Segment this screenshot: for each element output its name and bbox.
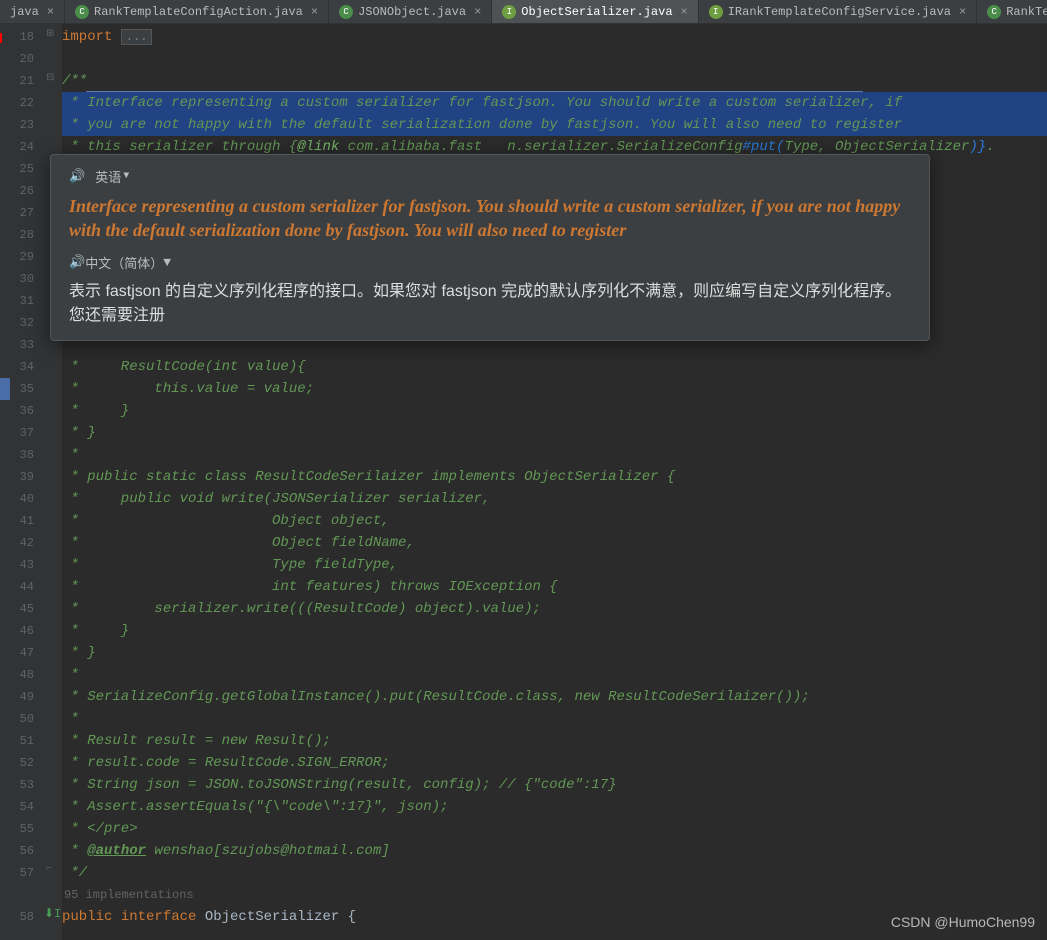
tab-java[interactable]: java×: [0, 0, 65, 23]
line-number[interactable]: 56: [10, 840, 34, 862]
tab-json-object[interactable]: CJSONObject.java×: [329, 0, 492, 23]
line-number[interactable]: 20: [10, 48, 34, 70]
line-number[interactable]: 31: [10, 290, 34, 312]
line-number[interactable]: 22: [10, 92, 34, 114]
line-number[interactable]: 58: [10, 906, 34, 928]
watermark: CSDN @HumoChen99: [891, 914, 1035, 930]
editor-tabs: java× CRankTemplateConfigAction.java× CJ…: [0, 0, 1047, 24]
tab-rank-service-impl[interactable]: CRankTemplateConfigServiceI: [977, 0, 1047, 23]
line-number[interactable]: 37: [10, 422, 34, 444]
line-number[interactable]: 47: [10, 642, 34, 664]
implementations-gutter-icon[interactable]: ⬇I: [44, 906, 61, 921]
fold-end-icon[interactable]: ⌐: [46, 864, 52, 875]
line-number[interactable]: 21: [10, 70, 34, 92]
line-number[interactable]: 27: [10, 202, 34, 224]
gutter-strip: [0, 24, 10, 940]
chevron-down-icon[interactable]: ▼: [163, 255, 171, 270]
line-number[interactable]: 26: [10, 180, 34, 202]
class-icon: C: [75, 5, 89, 19]
close-icon[interactable]: ×: [959, 5, 966, 19]
chevron-down-icon[interactable]: ▼: [123, 171, 129, 182]
line-number[interactable]: 51: [10, 730, 34, 752]
popup-target-header: 🔊 中文（简体） ▼: [69, 253, 911, 272]
tab-rank-config-action[interactable]: CRankTemplateConfigAction.java×: [65, 0, 329, 23]
translation-popup: 🔊 英语 ▼ Interface representing a custom s…: [50, 154, 930, 341]
class-icon: C: [987, 5, 1001, 19]
speaker-icon[interactable]: 🔊: [69, 255, 85, 270]
line-number[interactable]: 36: [10, 400, 34, 422]
close-icon[interactable]: ×: [47, 5, 54, 19]
line-number[interactable]: 38: [10, 444, 34, 466]
line-number[interactable]: 57: [10, 862, 34, 884]
line-number[interactable]: 55: [10, 818, 34, 840]
fold-toggle-icon[interactable]: ⊞: [46, 28, 54, 40]
fold-placeholder[interactable]: ...: [121, 29, 153, 45]
line-number[interactable]: [10, 884, 34, 906]
close-icon[interactable]: ×: [681, 5, 688, 19]
line-number[interactable]: 41: [10, 510, 34, 532]
line-number[interactable]: 44: [10, 576, 34, 598]
line-number[interactable]: 46: [10, 620, 34, 642]
interface-icon: I: [502, 5, 516, 19]
error-stripe-mark[interactable]: [0, 33, 2, 43]
line-number[interactable]: 28: [10, 224, 34, 246]
tab-object-serializer[interactable]: IObjectSerializer.java×: [492, 0, 698, 23]
translation-source-text: Interface representing a custom serializ…: [69, 194, 911, 243]
line-number[interactable]: 40: [10, 488, 34, 510]
line-numbers: 18 20 21 22 23 24 25 26 27 28 29 30 31 3…: [10, 24, 42, 940]
implementations-hint[interactable]: 95 implementations: [62, 888, 194, 902]
target-language-selector[interactable]: 中文（简体）: [85, 253, 163, 272]
line-number[interactable]: 33: [10, 334, 34, 356]
line-number[interactable]: 54: [10, 796, 34, 818]
line-number[interactable]: 30: [10, 268, 34, 290]
line-number[interactable]: 42: [10, 532, 34, 554]
tab-irank-service[interactable]: IIRankTemplateConfigService.java×: [699, 0, 977, 23]
change-stripe-mark[interactable]: [0, 378, 10, 400]
line-number[interactable]: 39: [10, 466, 34, 488]
line-number[interactable]: 32: [10, 312, 34, 334]
line-number[interactable]: 35: [10, 378, 34, 400]
line-number[interactable]: 48: [10, 664, 34, 686]
line-number[interactable]: 52: [10, 752, 34, 774]
line-number[interactable]: 25: [10, 158, 34, 180]
line-number[interactable]: 45: [10, 598, 34, 620]
line-number[interactable]: 29: [10, 246, 34, 268]
line-number[interactable]: 23: [10, 114, 34, 136]
speaker-icon[interactable]: 🔊: [69, 169, 85, 184]
line-number[interactable]: 53: [10, 774, 34, 796]
line-number[interactable]: 24: [10, 136, 34, 158]
line-number[interactable]: 49: [10, 686, 34, 708]
class-icon: C: [339, 5, 353, 19]
line-number[interactable]: 50: [10, 708, 34, 730]
line-number[interactable]: 43: [10, 554, 34, 576]
line-number[interactable]: 34: [10, 356, 34, 378]
fold-toggle-icon[interactable]: ⊟: [46, 72, 54, 84]
close-icon[interactable]: ×: [474, 5, 481, 19]
translation-target-text: 表示 fastjson 的自定义序列化程序的接口。如果您对 fastjson 完…: [69, 280, 911, 328]
interface-icon: I: [709, 5, 723, 19]
close-icon[interactable]: ×: [311, 5, 318, 19]
source-language-selector[interactable]: 英语: [95, 167, 121, 186]
line-number[interactable]: 18: [10, 26, 34, 48]
popup-source-header: 🔊 英语 ▼: [69, 167, 911, 186]
